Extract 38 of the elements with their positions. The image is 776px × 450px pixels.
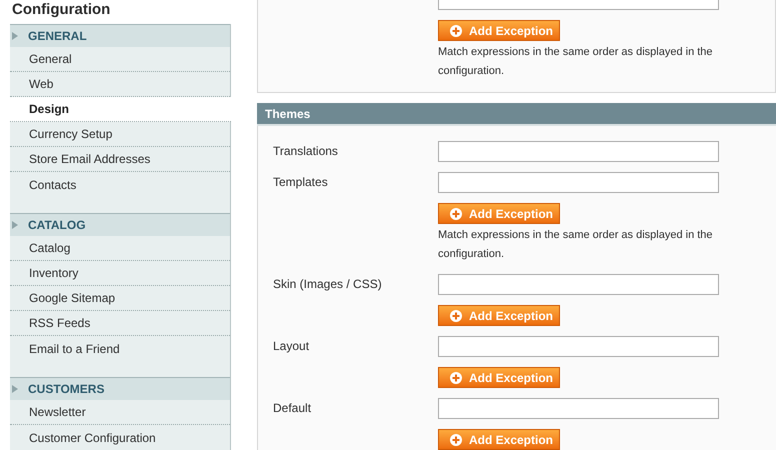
nav-item[interactable]: Design	[10, 97, 231, 122]
triangle-icon	[12, 32, 18, 40]
section-header[interactable]: GENERAL	[10, 24, 230, 47]
text-field[interactable]	[438, 274, 719, 295]
field-label: Layout	[273, 338, 310, 355]
plus-icon	[450, 372, 462, 384]
plus-icon	[450, 24, 462, 36]
nav-item[interactable]: Email to a Friend	[10, 336, 230, 361]
plus-icon	[450, 208, 462, 220]
field-label: Translations	[273, 143, 339, 160]
nav-item[interactable]: Contacts	[10, 172, 230, 197]
triangle-icon	[12, 385, 18, 393]
field-label: Templates	[273, 174, 329, 191]
nav-item[interactable]: RSS Feeds	[10, 311, 230, 336]
section-title: Themes	[265, 106, 310, 123]
nav-item[interactable]: Inventory	[10, 261, 230, 286]
section-header[interactable]: CUSTOMERS	[10, 377, 230, 400]
text-field[interactable]	[438, 141, 719, 162]
text-field[interactable]	[438, 336, 719, 357]
text-field[interactable]	[438, 172, 719, 193]
plus-icon	[450, 310, 462, 322]
text-field[interactable]	[438, 398, 719, 419]
plus-icon	[450, 434, 462, 446]
help-note: Match expressions in the same order as displayed in the configuration.	[438, 45, 714, 79]
help-note: Match expressions in the same order as displayed in the configuration.	[438, 228, 714, 262]
nav-item[interactable]: Currency Setup	[10, 122, 230, 147]
nav-item[interactable]: Store Email Addresses	[10, 147, 230, 172]
field-label: Skin (Images / CSS)	[273, 276, 383, 293]
page-title: Configuration	[11, 0, 112, 20]
text-field[interactable]	[438, 0, 719, 10]
nav-item[interactable]: Catalog	[10, 236, 230, 261]
nav-item[interactable]: Customer Configuration	[10, 425, 230, 450]
nav-item[interactable]: General	[10, 47, 230, 72]
nav-item[interactable]: Google Sitemap	[10, 286, 230, 311]
nav-item[interactable]: Newsletter	[10, 400, 230, 425]
field-label: Default	[273, 400, 312, 417]
triangle-icon	[12, 221, 18, 229]
section-header[interactable]: CATALOG	[10, 213, 230, 236]
